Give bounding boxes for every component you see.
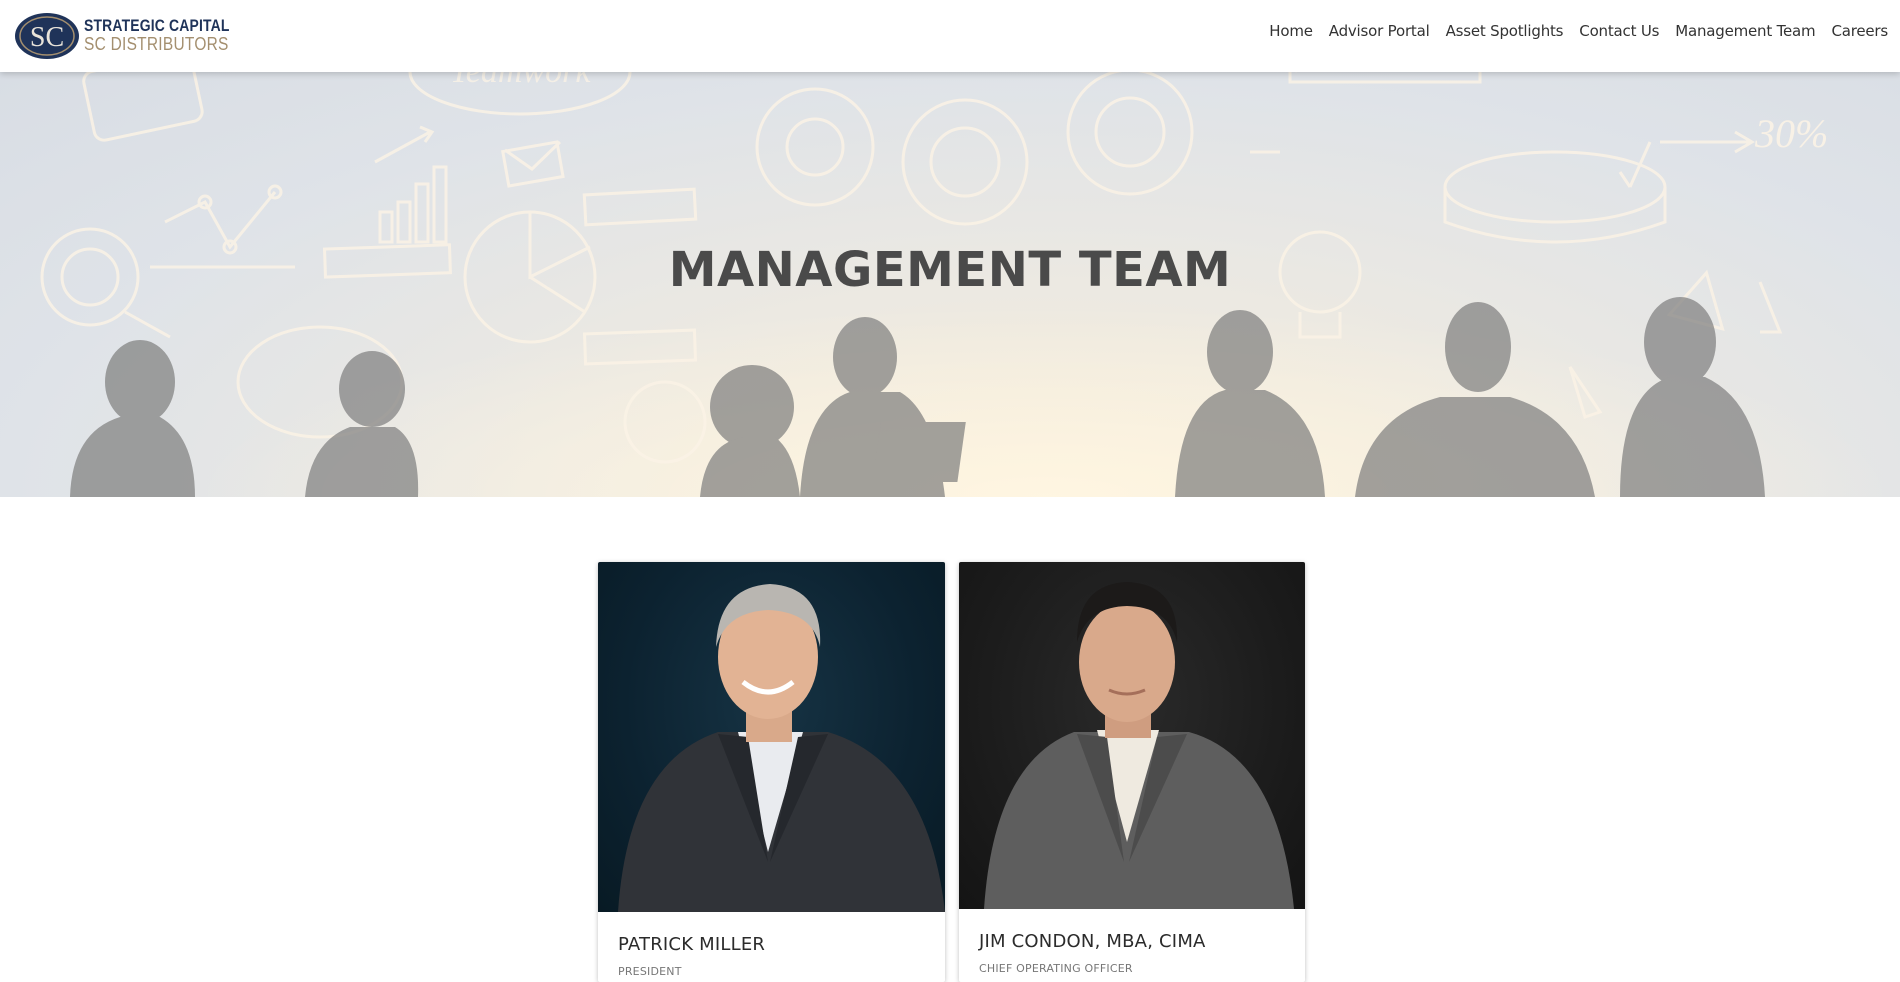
page-title: MANAGEMENT TEAM (668, 242, 1232, 298)
logo-initials: SC (30, 22, 64, 53)
nav-contact-us[interactable]: Contact Us (1579, 22, 1659, 40)
hero-banner: 30% Teamwork MANAGEME (0, 72, 1900, 497)
nav-management-team[interactable]: Management Team (1675, 22, 1815, 40)
team-member-title: CHIEF OPERATING OFFICER (979, 962, 1133, 975)
team-member-title: PRESIDENT (618, 965, 682, 978)
team-member-name: PATRICK MILLER (618, 934, 766, 955)
site-header: SC STRATEGIC CAPITAL SC DISTRIBUTORS Hom… (0, 0, 1900, 72)
team-member-name: JIM CONDON, MBA, CIMA (979, 931, 1206, 952)
company-logo[interactable]: SC STRATEGIC CAPITAL SC DISTRIBUTORS (14, 9, 229, 61)
sketch-teamwork: Teamwork (450, 72, 591, 90)
team-card[interactable]: PATRICK MILLER PRESIDENT (598, 562, 945, 982)
nav-advisor-portal[interactable]: Advisor Portal (1329, 22, 1430, 40)
logo-line-1: STRATEGIC CAPITAL (84, 16, 230, 35)
nav-home[interactable]: Home (1269, 22, 1313, 40)
nav-asset-spotlights[interactable]: Asset Spotlights (1446, 22, 1564, 40)
logo-emblem: SC (14, 11, 82, 59)
team-card[interactable]: JIM CONDON, MBA, CIMA CHIEF OPERATING OF… (959, 562, 1305, 982)
team-member-photo (598, 562, 945, 912)
sketch-percent: 30% (1754, 111, 1828, 156)
nav-careers[interactable]: Careers (1831, 22, 1888, 40)
logo-line-2: SC DISTRIBUTORS (84, 34, 229, 54)
team-member-photo (959, 562, 1305, 909)
main-nav: Home Advisor Portal Asset Spotlights Con… (1253, 22, 1888, 40)
